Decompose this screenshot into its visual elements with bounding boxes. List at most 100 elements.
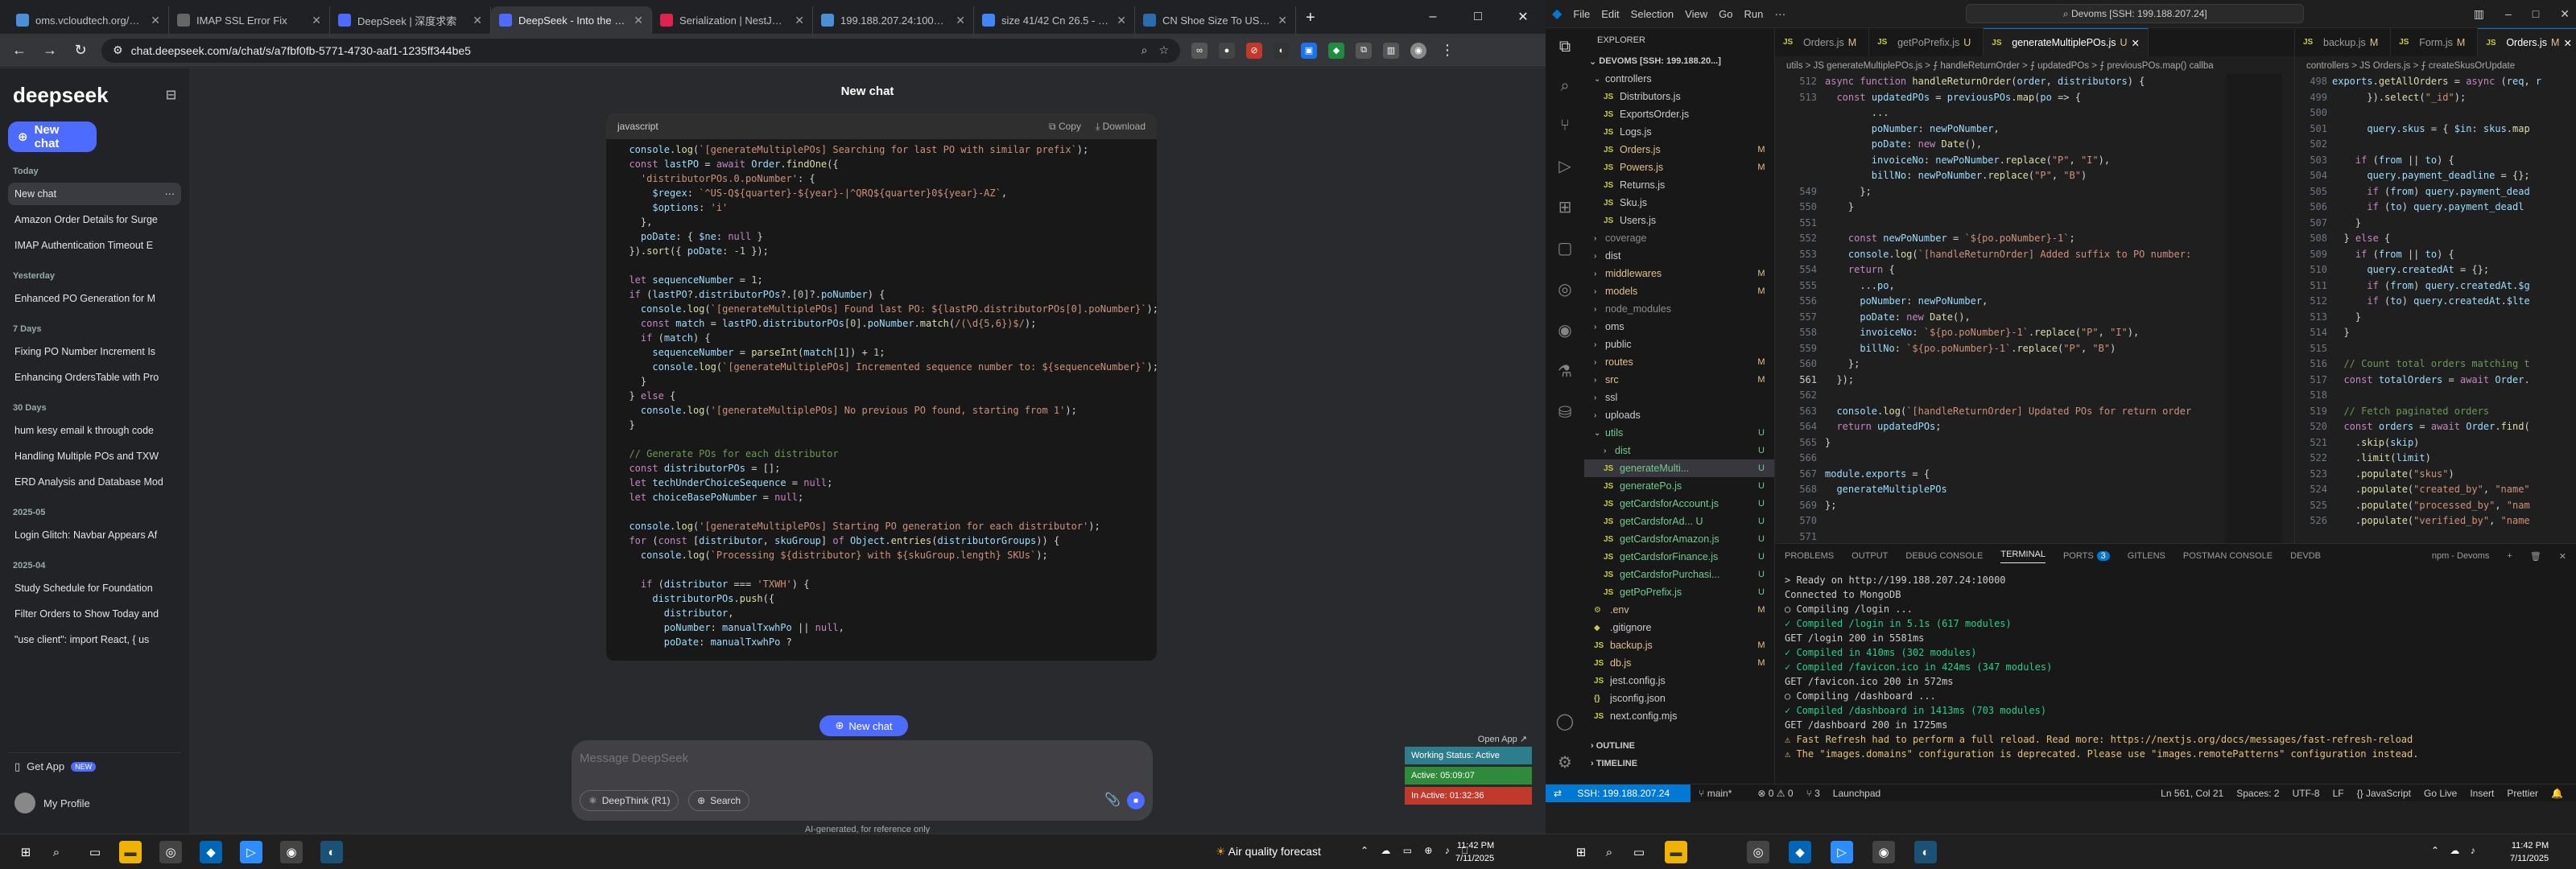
code-editor[interactable]: 512 513 549 550 551 552 553 554 555 556 … (1775, 74, 2294, 574)
sidepanel-icon[interactable]: ▥ (1383, 42, 1399, 59)
folder-item[interactable]: › routes M (1584, 353, 1774, 371)
cursor-position[interactable]: Ln 561, Col 21 (2161, 788, 2223, 799)
file-item[interactable]: JS db.js M (1584, 654, 1774, 672)
go-live-button[interactable]: Go Live (2424, 788, 2457, 799)
chat-history-item[interactable]: Study Schedule for Foundation (8, 577, 181, 599)
clock[interactable]: 11:42 PM 7/11/2025 (1455, 839, 1494, 865)
editor-tab[interactable]: JS Orders.js M ✕ (2478, 28, 2576, 56)
chat-history-item[interactable]: "use client": import React, { us (8, 628, 181, 651)
more-options-icon[interactable]: ··· (165, 183, 175, 205)
chat-history-item[interactable]: ERD Analysis and Database Mod (8, 471, 181, 493)
folder-item[interactable]: › uploads (1584, 406, 1774, 424)
file-item[interactable]: JS jest.config.js (1584, 672, 1774, 690)
message-input[interactable] (580, 752, 1063, 765)
browser-tab[interactable]: Serialization | NestJS - A ✕ (652, 6, 813, 34)
tab-close-icon[interactable]: ✕ (1278, 14, 1287, 27)
folder-item[interactable]: › dist (1584, 247, 1774, 265)
file-item[interactable]: JS Logs.js (1584, 123, 1774, 141)
file-item[interactable]: JS Powers.js M (1584, 159, 1774, 176)
new-chat-floating-button[interactable]: ⊕ New chat (819, 715, 908, 736)
maximize-icon[interactable]: □ (1455, 0, 1501, 34)
panel-tab[interactable]: POSTMAN CONSOLE (2183, 551, 2273, 561)
language-indicator[interactable]: {} JavaScript (2357, 788, 2411, 799)
chat-history-item[interactable]: hum kesy email k through code (8, 419, 181, 442)
vscode-icon[interactable]: ◆ (1789, 841, 1811, 863)
tab-close-icon[interactable]: ✕ (312, 14, 321, 27)
extension-icon[interactable]: ▣ (1301, 42, 1317, 59)
menu-item[interactable]: View (1685, 8, 1707, 20)
tab-close-icon[interactable]: ✕ (2563, 37, 2571, 49)
zoom-icon[interactable]: ▷ (1831, 841, 1853, 863)
panel-tab[interactable]: DEBUG CONSOLE (1905, 551, 1983, 561)
folder-item[interactable]: › node_modules (1584, 300, 1774, 318)
weather-widget[interactable]: ☀ Air quality forecast (1216, 845, 1321, 859)
file-item[interactable]: JS Sku.js (1584, 194, 1774, 212)
file-item[interactable]: JS getCardsforAmazon.js U (1584, 530, 1774, 548)
panel-close-icon[interactable]: ✕ (2559, 551, 2566, 562)
close-icon[interactable]: ✕ (2560, 7, 2570, 21)
search-icon[interactable]: ⌕ (45, 841, 68, 863)
task-view-icon[interactable]: ▭ (84, 841, 106, 863)
menu-item[interactable]: Go (1719, 8, 1732, 20)
chat-history-item[interactable]: Enhanced PO Generation for M (8, 287, 181, 310)
editor-tab[interactable]: JS getPoPrefix.js U (1869, 28, 1984, 56)
panel-tab[interactable]: PORTS 3 (2063, 551, 2110, 561)
new-tab-icon[interactable]: + (1306, 9, 1315, 27)
folder-item[interactable]: › public (1584, 336, 1774, 353)
file-item[interactable]: ◆ .gitignore (1584, 619, 1774, 636)
layout-icon[interactable]: ▥ (2474, 7, 2484, 21)
folder-item[interactable]: › oms (1584, 318, 1774, 336)
minimap[interactable] (2226, 74, 2282, 543)
profile-avatar-icon[interactable]: ◉ (1410, 42, 1426, 59)
search-icon[interactable]: ⌕ (1598, 841, 1620, 863)
windows-start-icon[interactable]: ⊞ (14, 841, 37, 863)
close-icon[interactable]: ✕ (1501, 0, 1546, 34)
chat-history-item[interactable]: Fixing PO Number Increment Is (8, 340, 181, 363)
file-item[interactable]: JS Users.js (1584, 212, 1774, 229)
folder-item[interactable]: › coverage (1584, 229, 1774, 247)
file-item[interactable]: JS getCardsforPurchasi... U (1584, 566, 1774, 583)
extension-icon[interactable]: ⊘ (1246, 42, 1262, 59)
chat-history-item[interactable]: Login Glitch: Navbar Appears Af (8, 524, 181, 546)
app-icon[interactable]: ◐ (320, 841, 343, 863)
code-editor[interactable]: 498 499 500 501 502 503 504 505 506 507 … (2295, 74, 2576, 526)
file-item[interactable]: JS getCardsforAd... U U (1584, 513, 1774, 530)
more-menu-icon[interactable]: ··· (1774, 7, 1785, 20)
menu-item[interactable]: File (1573, 8, 1590, 20)
clock[interactable]: 11:42 PM 7/11/2025 (2510, 839, 2549, 865)
task-view-icon[interactable]: ▭ (1628, 841, 1650, 863)
browser-tab[interactable]: oms.vcloudtech.org/das ✕ (8, 6, 169, 34)
file-item[interactable]: JS next.config.mjs (1584, 707, 1774, 725)
download-button[interactable]: ⤓ Download (1096, 121, 1146, 133)
tab-close-icon[interactable]: ✕ (634, 14, 643, 27)
problems-indicator[interactable]: ⊗ 0 ⚠ 0 (1757, 788, 1793, 799)
outline-section[interactable]: › OUTLINE (1584, 737, 1775, 755)
file-item[interactable]: JS getPoPrefix.js U (1584, 583, 1774, 601)
remote-explorer-icon[interactable]: ▢ (1558, 238, 1573, 258)
tab-close-icon[interactable]: ✕ (795, 14, 804, 27)
file-explorer-icon[interactable]: ▬ (119, 841, 142, 863)
folder-item[interactable]: ⌄ controllers (1584, 70, 1774, 88)
extension-icon[interactable]: ∞ (1191, 42, 1208, 59)
extension-icon[interactable]: ◆ (1328, 42, 1344, 59)
panel-tab[interactable]: DEVDB (2290, 551, 2321, 561)
editor-tab[interactable]: JS Form.js M (2391, 28, 2479, 56)
attach-icon[interactable]: 📎 (1104, 792, 1121, 808)
deepthink-toggle[interactable]: ⚛ DeepThink (R1) (580, 790, 679, 811)
add-terminal-icon[interactable]: + (2507, 551, 2512, 561)
postman-icon[interactable]: ◉ (1558, 320, 1571, 340)
terminal-output[interactable]: > Ready on http://199.188.207.24:10000 Co… (1775, 568, 2576, 766)
launchpad-indicator[interactable]: Launchpad (1833, 788, 1880, 799)
panel-tab[interactable]: TERMINAL (2000, 550, 2046, 563)
file-item[interactable]: JS ExportsOrder.js (1584, 105, 1774, 123)
file-item[interactable]: JS generateMulti... U (1584, 459, 1774, 477)
back-icon[interactable]: ← (10, 42, 29, 59)
reload-icon[interactable]: ↻ (71, 42, 90, 59)
file-item[interactable]: {} jsconfig.json (1584, 690, 1774, 707)
encoding-indicator[interactable]: UTF-8 (2293, 788, 2320, 799)
browser-tab[interactable]: size 41/42 Cn 26.5 - Goo ✕ (974, 6, 1135, 34)
chrome-icon[interactable]: ◎ (1747, 841, 1769, 863)
ports-indicator[interactable]: ⑂ 3 (1806, 788, 1820, 799)
folder-item[interactable]: › src M (1584, 371, 1774, 389)
folder-item[interactable]: ⌄ utils U (1584, 424, 1774, 442)
